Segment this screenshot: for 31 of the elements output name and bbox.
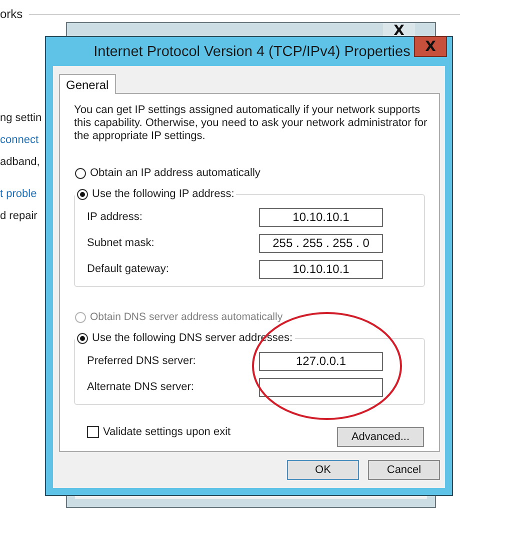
- cancel-button[interactable]: Cancel: [368, 460, 440, 480]
- radio-button[interactable]: [77, 188, 88, 200]
- link[interactable]: connect: [0, 132, 39, 148]
- section-heading: orks: [0, 6, 23, 22]
- input-field[interactable]: [259, 378, 383, 396]
- close-button[interactable]: X: [414, 36, 447, 57]
- input-field[interactable]: 10.10.10.1: [259, 208, 383, 226]
- radio-label: Obtain DNS server address automatically: [90, 311, 283, 323]
- radio-label: Obtain an IP address automatically: [90, 167, 260, 179]
- checkbox[interactable]: [87, 426, 99, 438]
- description-text: You can get IP settings assigned automatically if your network supports this capability. Otherwise, you need to ask your network administrator for the appropriate IP settings.: [74, 104, 428, 143]
- input-field[interactable]: 255 . 255 . 255 . 0: [259, 234, 383, 252]
- field-label: IP address:: [87, 211, 144, 223]
- input-field[interactable]: 127.0.0.1: [259, 352, 383, 370]
- radio-button[interactable]: [75, 168, 86, 178]
- radio-label: Use the following IP address:: [92, 188, 234, 200]
- text-line: adband,: [0, 155, 40, 170]
- field-label: Subnet mask:: [87, 237, 156, 249]
- window-title: Internet Protocol Version 4 (TCP/IPv4) Properties: [94, 44, 410, 60]
- field-label: Preferred DNS server:: [87, 355, 197, 367]
- ok-button[interactable]: OK: [287, 460, 359, 480]
- field-label: Alternate DNS server:: [87, 381, 195, 393]
- advanced-button[interactable]: Advanced...: [337, 427, 424, 447]
- link[interactable]: t proble: [0, 186, 37, 202]
- field-label: Default gateway:: [87, 263, 170, 275]
- input-field[interactable]: 10.10.10.1: [259, 260, 383, 278]
- text-line: d repair: [0, 209, 38, 224]
- tab[interactable]: General: [59, 74, 116, 94]
- radio-button[interactable]: [77, 332, 88, 344]
- text-line: ng settin: [0, 111, 42, 126]
- checkbox-label: Validate settings upon exit: [103, 426, 231, 438]
